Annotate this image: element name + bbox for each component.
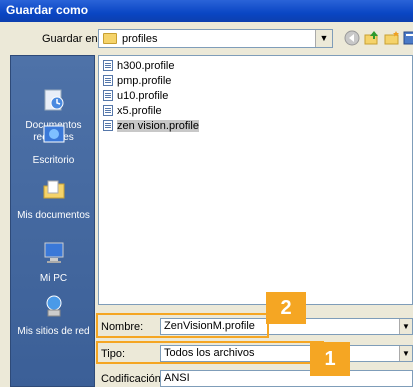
place-my-documents[interactable]: Mis documentos <box>11 178 96 222</box>
desktop-icon <box>43 125 64 143</box>
place-desktop[interactable]: Escritorio <box>11 123 96 167</box>
file-icon <box>103 105 113 116</box>
my-computer-icon <box>44 242 63 263</box>
save-in-folder: profiles <box>122 33 158 45</box>
chevron-down-icon[interactable]: ▼ <box>399 319 412 334</box>
save-in-label: Guardar en: <box>42 33 101 45</box>
file-icon <box>103 75 113 86</box>
callout-badge-2: 2 <box>266 292 306 324</box>
place-label: Mis documentos <box>17 210 90 221</box>
window-title: Guardar como <box>6 3 89 17</box>
file-item[interactable]: pmp.profile <box>103 74 171 88</box>
file-name: pmp.profile <box>117 75 172 87</box>
places-bar: Documentos recientes Escritorio Mis docu… <box>10 55 95 387</box>
encoding-value: ANSI <box>164 372 190 384</box>
save-in-dropdown[interactable]: profiles ▼ <box>98 29 333 48</box>
encoding-dropdown[interactable]: ANSI <box>160 370 413 387</box>
place-my-computer[interactable]: Mi PC <box>11 241 96 285</box>
file-item[interactable]: u10.profile <box>103 89 168 103</box>
file-item[interactable]: x5.profile <box>103 104 162 118</box>
back-icon[interactable] <box>344 30 360 46</box>
title-bar: Guardar como <box>0 0 413 22</box>
chevron-down-icon[interactable]: ▼ <box>399 346 412 361</box>
encoding-label: Codificación: <box>101 373 164 385</box>
place-label: Mi PC <box>39 273 68 284</box>
callout-badge-1: 1 <box>310 342 350 376</box>
up-folder-icon[interactable] <box>364 30 380 46</box>
place-label: Mis sitios de red <box>17 326 90 337</box>
new-folder-icon[interactable] <box>384 30 400 46</box>
recent-documents-icon <box>44 89 63 111</box>
folder-icon <box>103 33 117 44</box>
callout-highlight-type <box>96 341 324 364</box>
file-name: h300.profile <box>117 60 175 72</box>
file-icon <box>103 120 113 131</box>
file-icon <box>103 90 113 101</box>
file-item[interactable]: zen vision.profile <box>103 119 199 133</box>
file-name: x5.profile <box>117 105 162 117</box>
callout-highlight-filename <box>96 313 269 338</box>
chevron-down-icon[interactable]: ▼ <box>315 30 332 47</box>
file-icon <box>103 60 113 71</box>
place-network[interactable]: Mis sitios de red <box>11 294 96 338</box>
place-label: Escritorio <box>32 155 75 166</box>
file-name: zen vision.profile <box>117 120 199 132</box>
view-menu-icon[interactable] <box>403 30 413 46</box>
file-list[interactable]: h300.profile pmp.profile u10.profile x5.… <box>98 55 413 305</box>
file-item[interactable]: h300.profile <box>103 59 175 73</box>
file-name: u10.profile <box>117 90 169 102</box>
network-places-icon <box>46 295 61 317</box>
my-documents-icon <box>43 180 64 199</box>
